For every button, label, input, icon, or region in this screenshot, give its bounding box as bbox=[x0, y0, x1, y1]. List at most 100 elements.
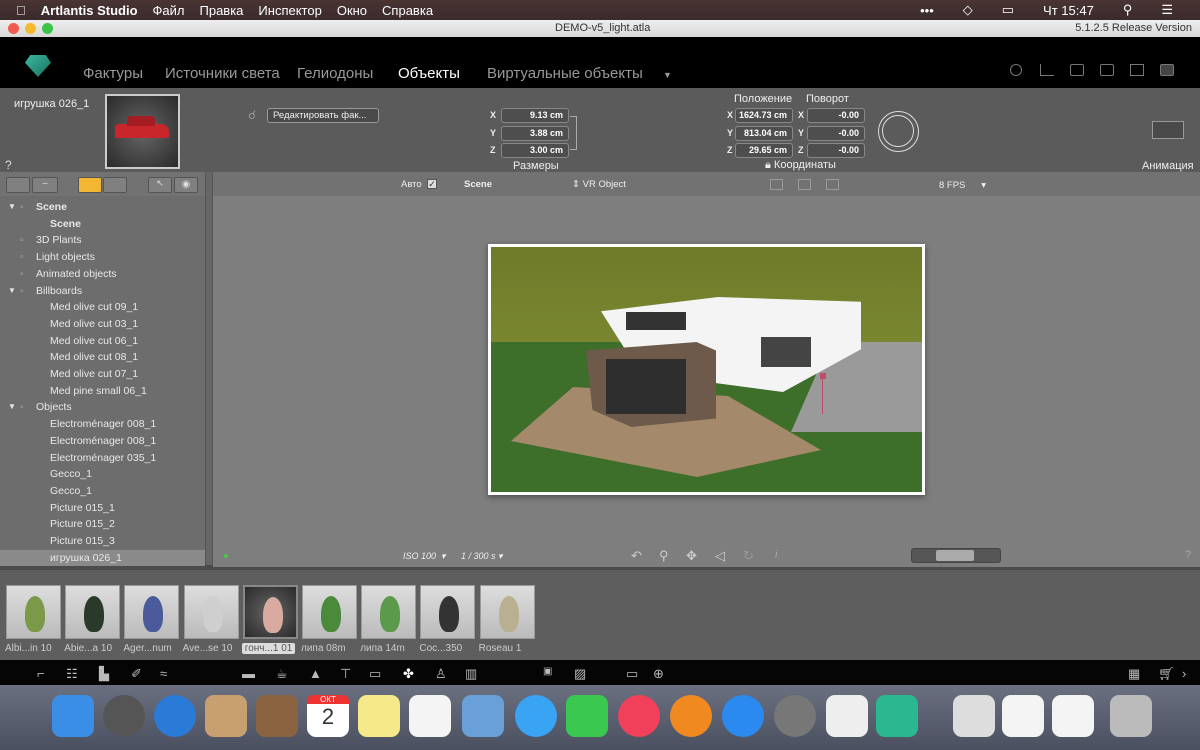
dock-books-icon[interactable] bbox=[670, 695, 712, 737]
catalog-thumbnail[interactable] bbox=[302, 585, 357, 639]
car-icon[interactable]: ▭ bbox=[369, 666, 381, 682]
tree-item[interactable]: ▼ ▫ Billboards bbox=[0, 283, 205, 299]
tree-item[interactable]: Med olive cut 03_1 bbox=[0, 316, 205, 332]
render-preview[interactable] bbox=[488, 244, 925, 495]
catalog-thumbnail[interactable] bbox=[420, 585, 476, 639]
tree-item[interactable]: ▫ 3D Plants bbox=[0, 232, 205, 248]
tab-virtual-objects[interactable]: Виртуальные объекты bbox=[487, 65, 643, 82]
catalog-thumbnail[interactable] bbox=[6, 585, 61, 639]
cup-icon[interactable]: ☕︎ bbox=[276, 666, 288, 682]
desk-icon[interactable]: ⊤ bbox=[340, 666, 351, 682]
menu-file[interactable]: Файл bbox=[153, 3, 185, 18]
dock-mail-icon[interactable] bbox=[205, 695, 247, 737]
help-icon[interactable]: ? bbox=[1185, 549, 1191, 561]
expand-triangle-icon[interactable]: ▼ bbox=[8, 283, 16, 299]
rotation-x-field[interactable]: -0.00 bbox=[807, 108, 865, 123]
size-y-field[interactable]: 3.88 cm bbox=[501, 126, 569, 141]
tree-item[interactable]: Med olive cut 08_1 bbox=[0, 349, 205, 365]
dock-messages-icon[interactable] bbox=[515, 695, 557, 737]
tab-heliodons[interactable]: Гелиодоны bbox=[297, 65, 373, 82]
dock-calendar-icon[interactable]: ОКТ 2 bbox=[307, 695, 349, 737]
dock-system-preferences-icon[interactable] bbox=[774, 695, 816, 737]
menu-window[interactable]: Окно bbox=[337, 3, 367, 18]
dock-trash-icon[interactable] bbox=[1110, 695, 1152, 737]
tree-item[interactable]: Med olive cut 07_1 bbox=[0, 366, 205, 382]
dock-preview-icon[interactable] bbox=[462, 695, 504, 737]
tree-item[interactable]: Gecco_1 bbox=[0, 466, 205, 482]
search-icon[interactable]: ⚲ bbox=[1123, 2, 1133, 18]
lamp-icon[interactable]: ▲ bbox=[309, 666, 322, 681]
slider-track[interactable] bbox=[911, 548, 1001, 563]
building-icon[interactable]: ▥ bbox=[465, 666, 477, 682]
person-icon[interactable]: ♙ bbox=[435, 666, 447, 682]
catalog-label[interactable]: Ager...num bbox=[123, 643, 171, 654]
wifi-icon[interactable]: ◇ bbox=[963, 2, 973, 18]
catalog-thumbnail[interactable] bbox=[479, 585, 535, 639]
axes-icon[interactable] bbox=[1040, 64, 1054, 76]
tree-item[interactable]: Picture 015_2 bbox=[0, 516, 205, 532]
size-link-icon[interactable] bbox=[570, 116, 577, 150]
dock-music-icon[interactable] bbox=[618, 695, 660, 737]
shutter-selector[interactable]: 1 / 300 s ▾ bbox=[461, 551, 503, 562]
dock-notes-icon[interactable] bbox=[358, 695, 400, 737]
help-icon[interactable]: ? bbox=[5, 158, 12, 172]
info-icon[interactable]: i bbox=[775, 549, 777, 561]
view-layout-1-icon[interactable] bbox=[770, 179, 783, 190]
trowel-icon[interactable]: ✐ bbox=[131, 666, 142, 682]
object-preview[interactable] bbox=[105, 94, 180, 169]
tree-item[interactable]: Electroménager 008_1 bbox=[0, 416, 205, 432]
more-chevron-icon[interactable]: › bbox=[1182, 666, 1186, 681]
notification-icon[interactable]: ☰ bbox=[1161, 2, 1173, 18]
dock-archive-icon[interactable] bbox=[953, 695, 995, 737]
tree-item[interactable]: Electroménager 035_1 bbox=[0, 450, 205, 466]
zoom-button[interactable] bbox=[42, 23, 53, 34]
position-z-field[interactable]: 29.65 cm bbox=[735, 143, 793, 158]
dock-reminders-icon[interactable] bbox=[409, 695, 451, 737]
size-x-field[interactable]: 9.13 cm bbox=[501, 108, 569, 123]
catalog-label[interactable]: Albi...in 10 bbox=[5, 643, 52, 654]
dock-document-icon[interactable] bbox=[1002, 695, 1044, 737]
floor-icon[interactable]: ▙ bbox=[99, 666, 109, 682]
mode-selector[interactable]: ⇕ VR Object bbox=[572, 179, 626, 190]
eye-button[interactable]: ◉ bbox=[174, 177, 198, 193]
clock[interactable]: Чт 15:47 bbox=[1043, 3, 1094, 18]
plant-icon[interactable]: ✤ bbox=[403, 666, 414, 682]
dock-document-icon[interactable] bbox=[1052, 695, 1094, 737]
catalog-thumbnail[interactable] bbox=[65, 585, 121, 639]
perspective-icon[interactable]: ◁ bbox=[715, 548, 725, 564]
pan-icon[interactable]: ✥ bbox=[686, 548, 697, 564]
water-icon[interactable]: ≈ bbox=[160, 666, 167, 681]
layer-view-button[interactable] bbox=[78, 177, 102, 193]
add-layer-button[interactable] bbox=[6, 177, 30, 193]
dock-textedit-icon[interactable] bbox=[826, 695, 868, 737]
camera-icon[interactable] bbox=[1100, 64, 1114, 76]
brick-icon[interactable]: ☷ bbox=[66, 666, 78, 682]
position-x-field[interactable]: 1624.73 cm bbox=[735, 108, 793, 123]
image-icon[interactable]: ▨ bbox=[574, 666, 586, 682]
rotation-y-field[interactable]: -0.00 bbox=[807, 126, 865, 141]
cart-icon[interactable]: 🛒︎ bbox=[1158, 666, 1175, 682]
size-z-field[interactable]: 3.00 cm bbox=[501, 143, 569, 158]
catalog-label[interactable]: липа 14m bbox=[360, 643, 405, 654]
catalog-thumbnail[interactable] bbox=[361, 585, 417, 639]
apple-icon[interactable]:  bbox=[16, 3, 26, 18]
remove-button[interactable]: − bbox=[32, 177, 58, 193]
tab-textures[interactable]: Фактуры bbox=[83, 65, 143, 82]
battery-icon[interactable]: ▭ bbox=[1002, 2, 1014, 18]
animation-clapper-icon[interactable] bbox=[1152, 121, 1184, 139]
menu-inspector[interactable]: Инспектор bbox=[258, 3, 321, 18]
dock-facetime-icon[interactable] bbox=[566, 695, 608, 737]
pointer-button[interactable]: ↖ bbox=[148, 177, 172, 193]
expand-triangle-icon[interactable]: ▼ bbox=[8, 399, 16, 415]
crop-icon[interactable] bbox=[1130, 64, 1144, 76]
expand-triangle-icon[interactable]: ▼ bbox=[8, 199, 16, 215]
tree-item[interactable]: ▼ ▫ Scene bbox=[0, 199, 205, 215]
rotation-dial[interactable] bbox=[878, 111, 919, 152]
tree-item[interactable]: игрушка 026_1 bbox=[0, 549, 205, 566]
tree-item[interactable]: Picture 015_3 bbox=[0, 533, 205, 549]
rotation-z-field[interactable]: -0.00 bbox=[807, 143, 865, 158]
dock-app-store-icon[interactable] bbox=[722, 695, 764, 737]
dock-finder-icon[interactable] bbox=[52, 695, 94, 737]
tree-item[interactable]: Scene bbox=[0, 216, 205, 232]
paint-roller-icon[interactable]: ⌐ bbox=[37, 666, 45, 681]
